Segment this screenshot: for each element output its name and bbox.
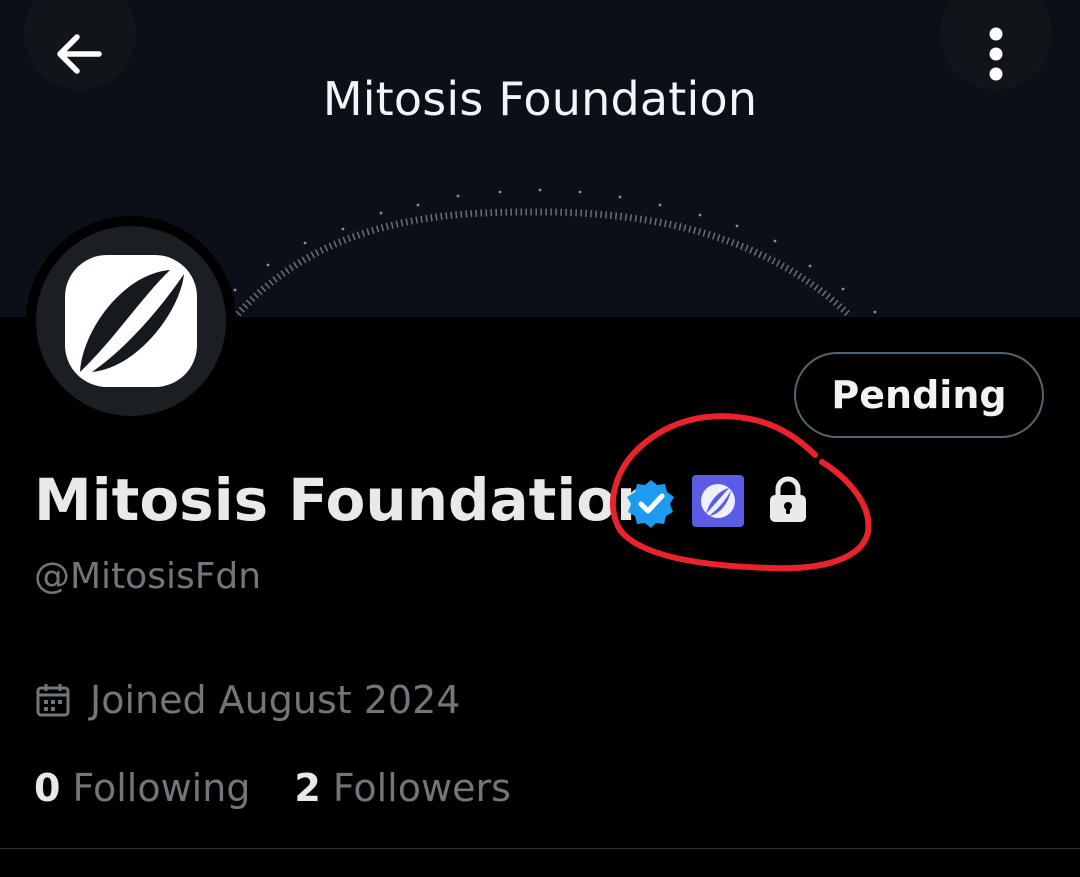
followers-label: Followers <box>332 766 511 810</box>
follow-stats: 0 Following 2 Followers <box>34 766 555 810</box>
more-vertical-icon <box>989 27 1003 81</box>
calendar-icon <box>36 684 70 717</box>
mitosis-logo-icon <box>65 255 197 387</box>
verified-badge-icon[interactable] <box>626 478 676 528</box>
followers-count: 2 <box>294 766 321 810</box>
lock-icon <box>770 476 806 522</box>
user-handle: @MitosisFdn <box>34 556 262 597</box>
arrow-left-icon <box>57 34 102 74</box>
following-count: 0 <box>34 766 61 810</box>
avatar-image <box>36 226 226 416</box>
followers-link[interactable]: 2 Followers <box>294 766 510 810</box>
affiliate-badge-icon[interactable] <box>691 474 745 528</box>
avatar[interactable] <box>26 216 236 426</box>
following-label: Following <box>72 766 251 810</box>
pending-button[interactable]: Pending <box>794 352 1044 438</box>
display-name: Mitosis Foundation <box>34 466 658 534</box>
banner-title: Mitosis Foundation <box>322 72 758 126</box>
joined-text: Joined August 2024 <box>90 678 461 722</box>
following-link[interactable]: 0 Following <box>34 766 250 810</box>
divider <box>0 848 1080 849</box>
joined-date: Joined August 2024 <box>36 678 460 722</box>
